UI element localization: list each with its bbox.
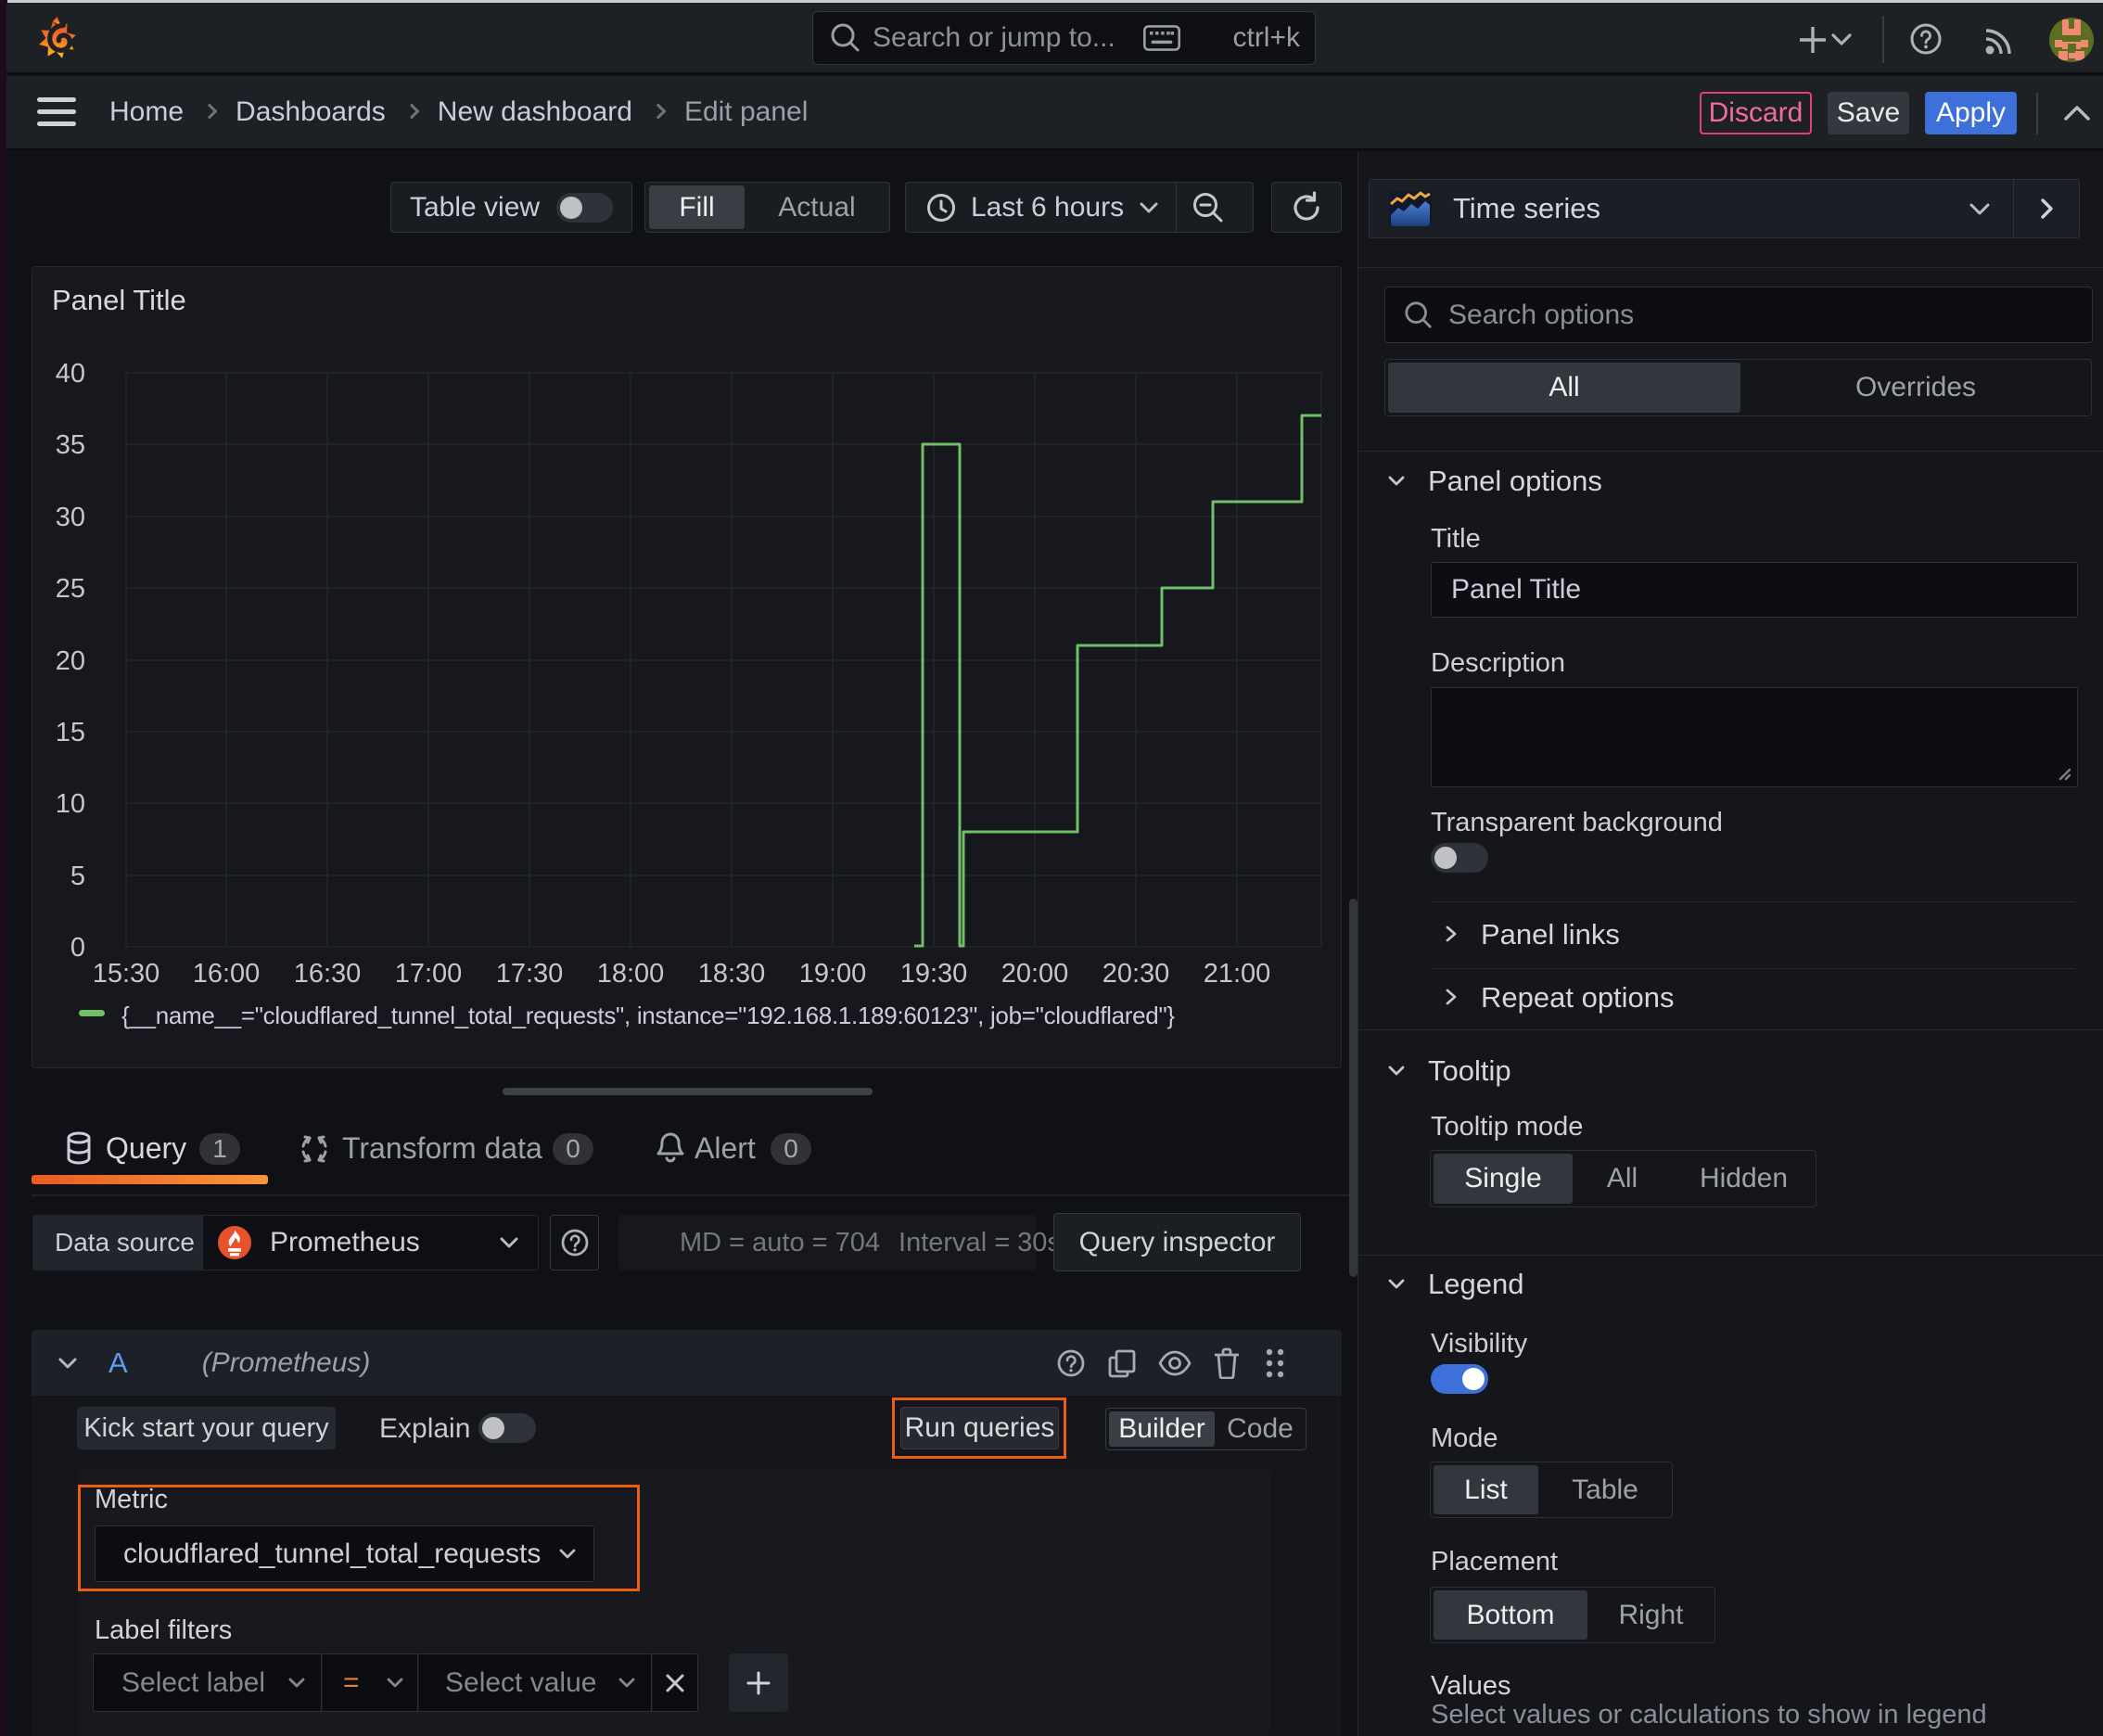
svg-text:40: 40	[56, 359, 85, 389]
svg-text:10: 10	[56, 789, 85, 819]
svg-text:19:30: 19:30	[900, 959, 968, 989]
svg-text:20: 20	[56, 646, 85, 676]
svg-text:17:30: 17:30	[496, 959, 564, 989]
svg-text:21:00: 21:00	[1204, 959, 1271, 989]
svg-text:17:00: 17:00	[395, 959, 463, 989]
svg-text:30: 30	[56, 503, 85, 532]
svg-text:0: 0	[70, 933, 85, 963]
svg-text:5: 5	[70, 862, 85, 891]
svg-text:19:00: 19:00	[799, 959, 867, 989]
svg-text:15:30: 15:30	[93, 959, 160, 989]
svg-text:16:00: 16:00	[193, 959, 261, 989]
svg-text:35: 35	[56, 430, 85, 460]
svg-text:15: 15	[56, 718, 85, 747]
svg-text:18:00: 18:00	[597, 959, 665, 989]
svg-text:16:30: 16:30	[294, 959, 362, 989]
svg-text:18:30: 18:30	[698, 959, 766, 989]
svg-text:20:00: 20:00	[1001, 959, 1069, 989]
svg-text:25: 25	[56, 574, 85, 604]
svg-text:20:30: 20:30	[1102, 959, 1170, 989]
